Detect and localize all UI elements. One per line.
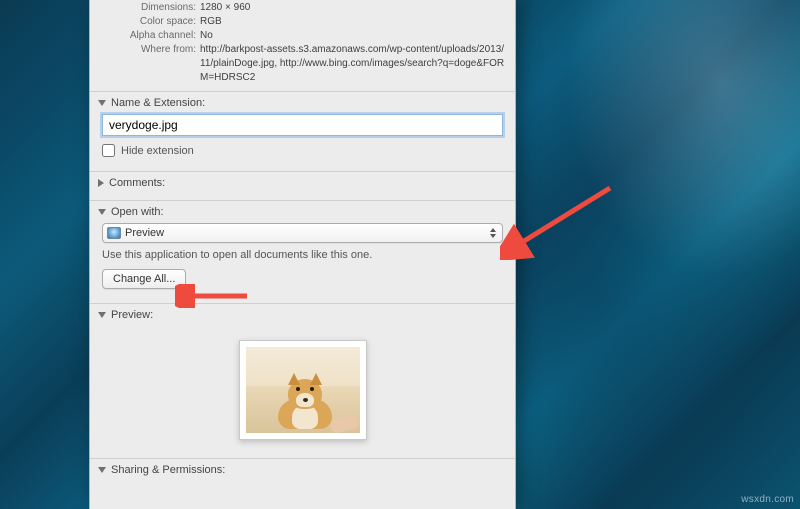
dimensions-row: Dimensions: 1280 × 960 [90,1,515,15]
colorspace-label: Color space: [90,15,200,29]
alpha-label: Alpha channel: [90,29,200,43]
section-preview-body [90,326,515,452]
section-open-with-header[interactable]: Open with: [90,201,515,223]
colorspace-value: RGB [200,15,515,29]
section-comments-label: Comments: [109,177,165,189]
section-open-with-body: Preview Use this application to open all… [90,223,515,297]
hide-extension-label: Hide extension [121,145,194,157]
section-name-extension-body: Hide extension [90,114,515,165]
section-sharing-header[interactable]: Sharing & Permissions: [90,459,515,481]
wherefrom-value: http://barkpost-assets.s3.amazonaws.com/… [200,43,515,85]
open-with-select[interactable]: Preview [102,223,503,243]
wherefrom-label: Where from: [90,43,200,85]
desktop-background: Dimensions: 1280 × 960 Color space: RGB … [0,0,800,509]
disclosure-triangle-icon [98,467,106,473]
open-with-helper-text: Use this application to open all documen… [102,249,503,261]
doge-image [246,347,360,433]
alpha-row: Alpha channel: No [90,29,515,43]
section-preview-header[interactable]: Preview: [90,304,515,326]
disclosure-triangle-icon [98,179,104,187]
section-name-extension-label: Name & Extension: [111,97,205,109]
change-all-button[interactable]: Change All... [102,269,186,289]
wherefrom-row: Where from: http://barkpost-assets.s3.am… [90,43,515,85]
section-comments-header[interactable]: Comments: [90,172,515,194]
hide-extension-row[interactable]: Hide extension [102,144,503,157]
section-preview-label: Preview: [111,309,153,321]
disclosure-triangle-icon [98,312,106,318]
filename-input[interactable] [102,114,503,136]
watermark: wsxdn.com [741,494,794,505]
preview-thumbnail [239,340,367,440]
section-open-with-label: Open with: [111,206,164,218]
annotation-arrow [500,180,620,260]
disclosure-triangle-icon [98,100,106,106]
chevron-updown-icon [490,228,497,238]
open-with-selected-value: Preview [125,227,164,239]
alpha-value: No [200,29,515,43]
metadata-block: Dimensions: 1280 × 960 Color space: RGB … [90,0,515,85]
get-info-window: Dimensions: 1280 × 960 Color space: RGB … [89,0,516,509]
disclosure-triangle-icon [98,209,106,215]
section-sharing-label: Sharing & Permissions: [111,464,225,476]
hide-extension-checkbox[interactable] [102,144,115,157]
preview-app-icon [107,227,121,239]
dimensions-label: Dimensions: [90,1,200,15]
section-name-extension-header[interactable]: Name & Extension: [90,92,515,114]
dimensions-value: 1280 × 960 [200,1,515,15]
colorspace-row: Color space: RGB [90,15,515,29]
